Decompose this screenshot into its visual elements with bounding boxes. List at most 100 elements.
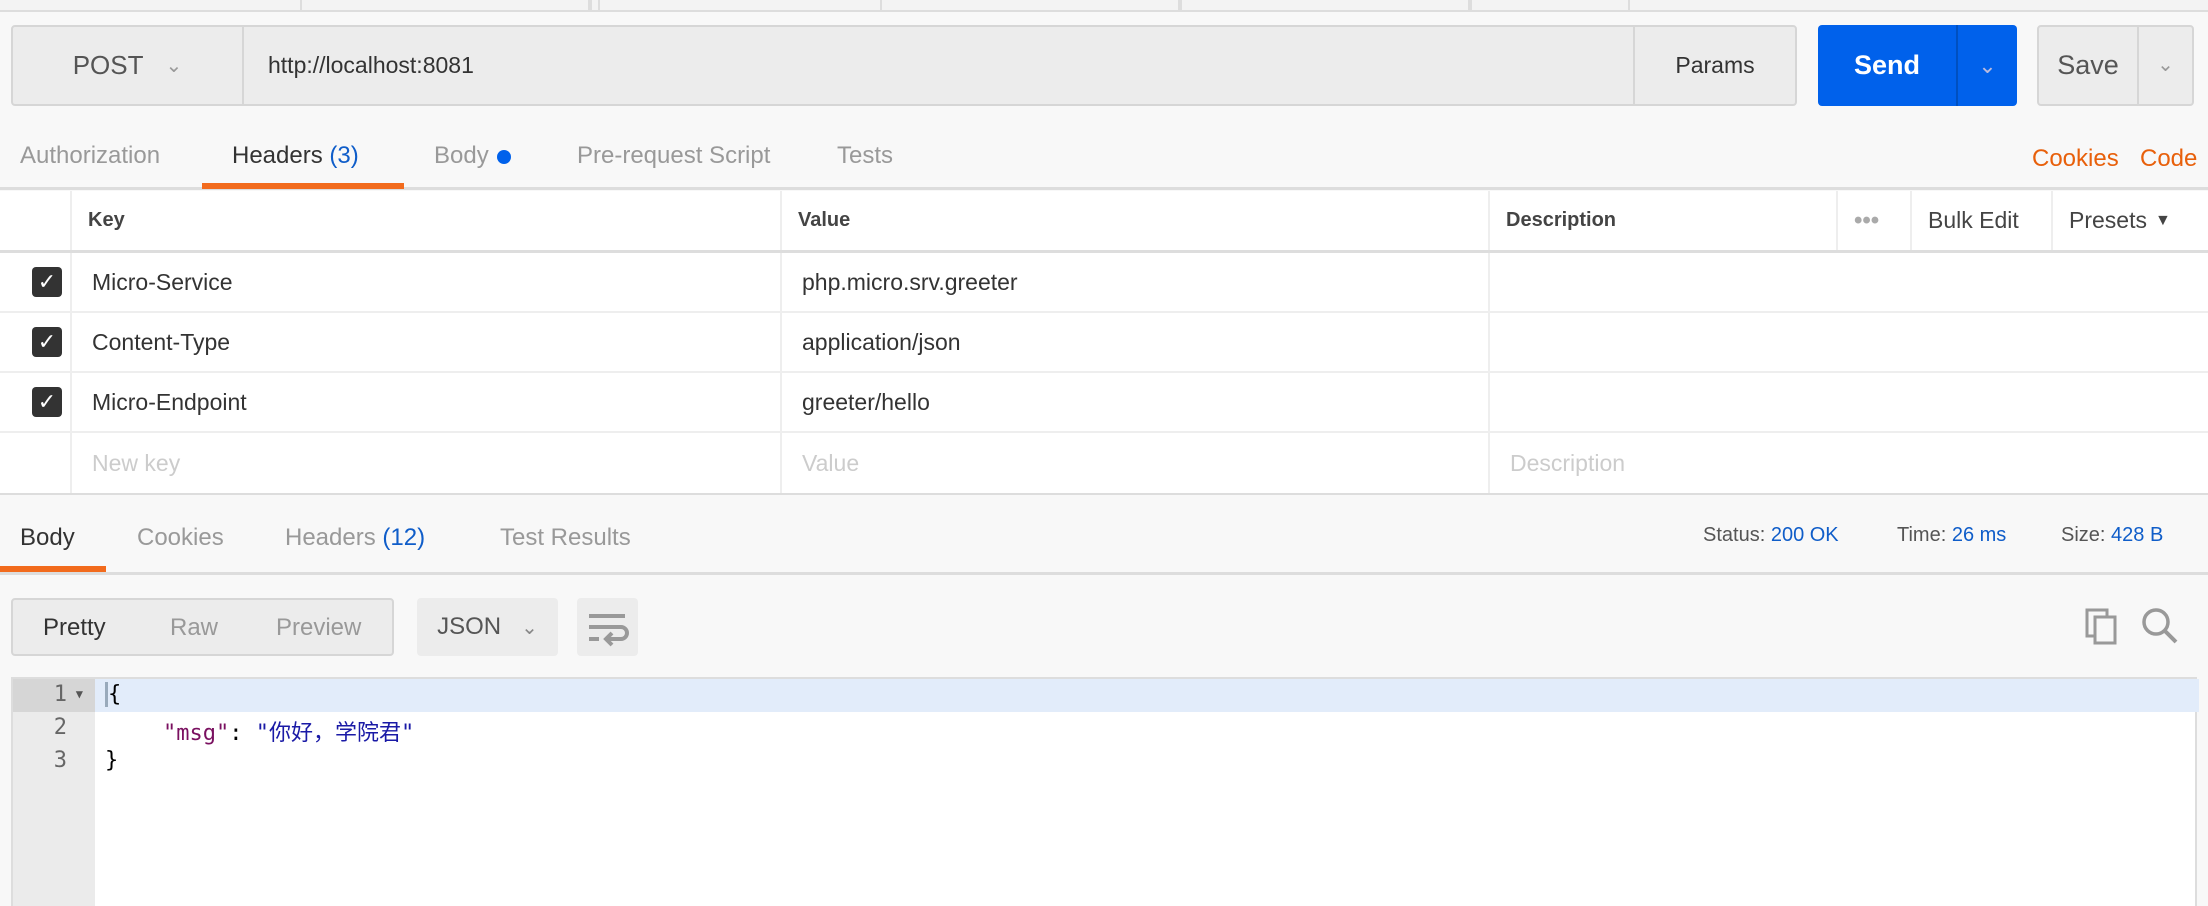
active-tab-underline <box>0 566 106 572</box>
headers-table: Key Value Description ••• Bulk Edit Pres… <box>0 191 2208 495</box>
send-dropdown-chevron-icon[interactable]: ⌄ <box>1956 25 2017 106</box>
save-dropdown-chevron-icon[interactable]: ⌄ <box>2137 27 2192 104</box>
new-value-input[interactable]: Value <box>782 433 1490 493</box>
checkbox-cell: ✓ <box>0 373 72 431</box>
col-description: Description <box>1490 191 1838 250</box>
table-row: ✓ Micro-Service php.micro.srv.greeter <box>0 253 2208 313</box>
table-row: ✓ Content-Type application/json <box>0 313 2208 373</box>
new-description-input[interactable]: Description <box>1490 433 2208 493</box>
time-value: 26 ms <box>1951 524 2007 546</box>
more-options-icon[interactable]: ••• <box>1838 191 1912 250</box>
save-button-group: Save ⌄ <box>2037 25 2194 106</box>
tab-label: Headers <box>285 524 376 551</box>
status-value: 200 OK <box>1770 524 1839 546</box>
method-label: POST <box>72 50 144 80</box>
checkbox-checked[interactable]: ✓ <box>32 327 62 357</box>
json-string-value: "你好，学院君" <box>255 721 415 746</box>
json-key: "msg" <box>163 721 230 746</box>
tab-tests[interactable]: Tests <box>837 142 893 170</box>
line-number: 2 <box>53 715 67 740</box>
size-value: 428 B <box>2111 524 2164 546</box>
headers-count: (12) <box>382 524 426 551</box>
copy-icon[interactable] <box>2083 606 2121 651</box>
url-bar: POST ⌄ http://localhost:8081 Params <box>11 25 1797 106</box>
view-raw[interactable]: Raw <box>170 614 218 642</box>
time-label: Time: <box>1897 524 1947 546</box>
bulk-edit-button[interactable]: Bulk Edit <box>1912 191 2053 250</box>
fold-caret-icon[interactable]: ▼ <box>76 687 83 701</box>
params-button[interactable]: Params <box>1633 27 1795 104</box>
status-label: Status: <box>1703 524 1766 546</box>
send-button-group: Send ⌄ <box>1818 25 2017 106</box>
line-number: 3 <box>53 748 67 773</box>
new-key-input[interactable]: New key <box>72 433 782 493</box>
value-cell[interactable]: application/json <box>782 313 1490 371</box>
description-cell[interactable] <box>1490 253 2208 311</box>
value-cell[interactable]: greeter/hello <box>782 373 1490 431</box>
checkbox-col <box>0 191 72 250</box>
checkbox-cell: ✓ <box>0 313 72 371</box>
description-cell[interactable] <box>1490 373 2208 431</box>
value-cell[interactable]: php.micro.srv.greeter <box>782 253 1490 311</box>
view-pretty[interactable]: Pretty <box>43 614 106 642</box>
active-tab-underline <box>202 183 404 189</box>
code-line: "msg": "你好，学院君" <box>163 715 414 747</box>
view-preview[interactable]: Preview <box>276 614 361 642</box>
new-row: New key Value Description <box>0 433 2208 493</box>
response-body-editor[interactable]: 1 ▼ 2 3 { "msg": "你好，学院君" } <box>11 677 2199 906</box>
size-label: Size: <box>2061 524 2106 546</box>
tab-response-cookies[interactable]: Cookies <box>137 524 224 552</box>
checkbox-cell: ✓ <box>0 253 72 311</box>
tab-strip <box>0 0 2208 12</box>
presets-dropdown[interactable]: Presets ▼ <box>2053 191 2208 250</box>
format-select[interactable]: JSON ⌄ <box>417 598 558 656</box>
modified-dot-icon <box>496 149 511 164</box>
json-colon: : <box>229 721 256 746</box>
view-mode-toggle: Pretty Raw Preview <box>11 598 394 656</box>
key-cell[interactable]: Content-Type <box>72 313 782 371</box>
line-number: 1 <box>53 682 67 707</box>
send-button[interactable]: Send <box>1818 25 1956 106</box>
cookies-link[interactable]: Cookies <box>2032 145 2119 173</box>
col-value: Value <box>782 191 1490 250</box>
key-cell[interactable]: Micro-Endpoint <box>72 373 782 431</box>
chevron-down-icon: ⌄ <box>165 55 183 77</box>
url-input[interactable]: http://localhost:8081 <box>268 27 474 104</box>
col-key: Key <box>72 191 782 250</box>
format-label: JSON <box>437 613 502 640</box>
description-cell[interactable] <box>1490 313 2208 371</box>
tab-authorization[interactable]: Authorization <box>20 142 160 170</box>
size-readout: Size: 428 B <box>2061 524 2163 547</box>
code-line: { <box>105 682 121 707</box>
search-icon[interactable] <box>2140 606 2180 651</box>
time-readout: Time: 26 ms <box>1897 524 2006 547</box>
chevron-down-icon: ⌄ <box>521 616 538 639</box>
code-line: } <box>105 748 119 773</box>
checkbox-cell <box>0 433 72 493</box>
presets-label: Presets <box>2069 207 2147 233</box>
tab-response-headers[interactable]: Headers (12) <box>285 524 425 552</box>
tab-body[interactable]: Body <box>434 142 511 170</box>
key-cell[interactable]: Micro-Service <box>72 253 782 311</box>
tab-label: Body <box>434 142 489 169</box>
tab-label: Headers <box>232 142 323 169</box>
caret-down-icon: ▼ <box>2154 211 2171 229</box>
checkbox-checked[interactable]: ✓ <box>32 387 62 417</box>
tab-test-results[interactable]: Test Results <box>500 524 631 552</box>
wrap-lines-icon[interactable] <box>577 598 638 656</box>
active-line-highlight <box>13 679 2199 712</box>
save-button[interactable]: Save <box>2039 27 2137 104</box>
tab-response-body[interactable]: Body <box>20 524 75 552</box>
tab-headers[interactable]: Headers (3) <box>232 142 359 170</box>
tab-pre-request-script[interactable]: Pre-request Script <box>577 142 770 170</box>
code-link[interactable]: Code <box>2140 145 2197 173</box>
table-header-row: Key Value Description ••• Bulk Edit Pres… <box>0 191 2208 253</box>
request-tabs: Authorization Headers (3) Body Pre-reque… <box>0 130 2208 190</box>
headers-count: (3) <box>329 142 359 169</box>
status-readout: Status: 200 OK <box>1703 524 1839 547</box>
response-tabs: Body Cookies Headers (12) Test Results S… <box>0 496 2208 575</box>
method-select[interactable]: POST ⌄ <box>13 27 244 104</box>
table-row: ✓ Micro-Endpoint greeter/hello <box>0 373 2208 433</box>
checkbox-checked[interactable]: ✓ <box>32 267 62 297</box>
line-gutter: 1 ▼ 2 3 <box>13 679 95 906</box>
